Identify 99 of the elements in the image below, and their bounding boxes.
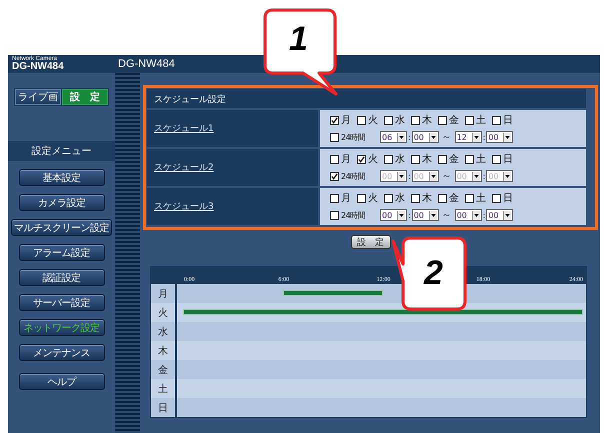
checkbox[interactable] — [411, 154, 420, 164]
day-label: 月 — [341, 192, 351, 205]
mode-tab[interactable]: 設 定 — [62, 89, 108, 105]
menu-button[interactable]: アラーム設定 — [18, 244, 104, 261]
checkbox[interactable] — [438, 194, 447, 202]
checkbox[interactable] — [357, 116, 366, 124]
caret-icon — [399, 174, 404, 178]
colon-label: : — [482, 172, 486, 180]
day-label: 木 — [422, 192, 432, 205]
day-label: 日 — [503, 153, 513, 166]
menu-button[interactable]: マルチスクリーン設定 — [11, 219, 112, 236]
caret-icon — [399, 214, 404, 216]
day-label: 日 — [503, 192, 513, 205]
day-label: 月 — [341, 153, 351, 166]
checkbox[interactable] — [384, 194, 393, 202]
day-label: 水 — [395, 192, 405, 205]
colon-label: : — [407, 172, 412, 180]
day-label: 土 — [476, 192, 486, 205]
day-label: 木 — [422, 114, 432, 127]
day-label: 日 — [503, 114, 513, 127]
all-day-label: 24時間 — [341, 170, 366, 182]
day-label: 水 — [395, 152, 405, 166]
callout-number: 2 — [424, 256, 443, 290]
checkbox[interactable] — [330, 194, 339, 202]
caret-icon — [505, 136, 510, 138]
colon-label: : — [482, 210, 486, 220]
day-label: 日 — [151, 398, 177, 417]
menu-title: 設定メニュー — [8, 141, 115, 161]
checkbox[interactable] — [384, 116, 393, 124]
menu-button[interactable]: カメラ設定 — [18, 194, 104, 211]
caret-icon — [399, 136, 404, 138]
caret-icon — [430, 174, 436, 178]
page-title: DG-NW484 — [117, 58, 175, 72]
day-label: 土 — [476, 152, 486, 166]
caret-icon — [430, 136, 436, 138]
day-label: 月 — [341, 114, 351, 127]
colon-label: : — [407, 210, 412, 220]
day-label: 金 — [449, 192, 459, 205]
checkbox[interactable] — [465, 116, 474, 124]
hour-select[interactable]: 00 — [380, 209, 407, 221]
checkbox[interactable] — [492, 154, 501, 164]
schedule-link[interactable]: スケジュール1 — [154, 122, 214, 135]
menu-button[interactable]: 認証設定 — [18, 269, 104, 286]
menu-button[interactable]: サーバー設定 — [18, 294, 104, 311]
colon-label: : — [482, 132, 486, 142]
range-mark: ～ — [440, 170, 453, 183]
menu-button[interactable]: ネットワーク設定 — [18, 319, 104, 336]
day-label: 木 — [422, 152, 432, 166]
table-heading: スケジュール設定 — [147, 89, 586, 108]
checkbox[interactable] — [492, 194, 501, 202]
day-label: 火 — [368, 152, 378, 166]
hour-select[interactable]: 00 — [454, 209, 482, 221]
caret-icon — [474, 174, 479, 178]
menu-button[interactable]: メンテナンス — [18, 344, 104, 361]
mode-tab[interactable]: ライブ画 — [15, 89, 61, 105]
model-name: DG-NW484 — [12, 62, 65, 73]
checkbox[interactable] — [465, 154, 474, 164]
set-button[interactable]: 設 定 — [350, 235, 390, 249]
checkbox[interactable] — [330, 172, 339, 180]
checkbox[interactable] — [384, 154, 393, 164]
day-label: 火 — [368, 114, 378, 127]
checkbox[interactable] — [330, 132, 339, 142]
colon-label: : — [407, 132, 412, 142]
day-label: 金 — [449, 114, 459, 127]
day-label: 水 — [395, 114, 405, 127]
minute-select[interactable]: 00 — [412, 209, 439, 221]
caret-icon — [430, 214, 436, 216]
checkbox[interactable] — [465, 194, 474, 202]
menu-button[interactable]: 基本設定 — [18, 169, 104, 186]
checkbox[interactable] — [411, 116, 420, 124]
all-day-label: 24時間 — [341, 210, 366, 220]
checkbox[interactable] — [357, 194, 366, 202]
checkbox[interactable] — [357, 154, 366, 164]
schedule-link[interactable]: スケジュール2 — [154, 161, 214, 174]
checkbox[interactable] — [330, 154, 339, 164]
checkbox[interactable] — [330, 210, 339, 220]
range-mark: ～ — [440, 131, 453, 144]
day-label: 火 — [368, 192, 378, 205]
menu-button[interactable]: ヘルプ — [18, 373, 104, 390]
checkbox[interactable] — [438, 154, 447, 164]
checkbox[interactable] — [438, 116, 447, 124]
hour-select[interactable]: 06 — [380, 131, 407, 143]
caret-icon — [505, 174, 510, 178]
callout-number: 1 — [289, 22, 308, 56]
caret-icon — [505, 214, 510, 216]
caret-icon — [474, 136, 479, 138]
day-label: 土 — [476, 114, 486, 127]
hour-select[interactable]: 12 — [454, 131, 482, 143]
caret-icon — [474, 214, 479, 216]
minute-select[interactable]: 00 — [486, 209, 514, 221]
checkbox[interactable] — [330, 116, 339, 124]
range-mark: ～ — [440, 209, 453, 222]
all-day-label: 24時間 — [341, 132, 366, 142]
day-label: 金 — [449, 153, 459, 166]
schedule-link[interactable]: スケジュール3 — [154, 200, 214, 213]
minute-select[interactable]: 00 — [486, 131, 514, 143]
minute-select[interactable]: 00 — [412, 131, 439, 143]
checkbox[interactable] — [492, 116, 501, 124]
checkbox[interactable] — [411, 194, 420, 202]
